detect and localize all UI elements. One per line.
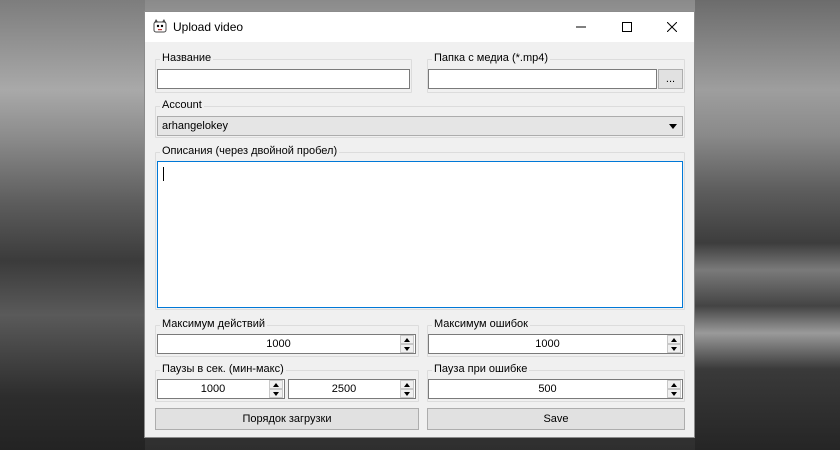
desktop-wallpaper-left: [0, 0, 145, 450]
media-folder-input[interactable]: [428, 69, 657, 89]
browse-button[interactable]: ...: [658, 69, 683, 89]
max-errors-decrement-button[interactable]: [667, 344, 681, 353]
maximize-button[interactable]: [604, 12, 650, 42]
error-pause-decrement-button[interactable]: [667, 389, 681, 398]
chevron-down-icon: [669, 124, 677, 129]
name-input[interactable]: [157, 69, 410, 89]
arrow-down-icon: [671, 347, 677, 351]
error-pause-value: 500: [538, 383, 557, 395]
max-actions-value: 1000: [266, 338, 291, 350]
pause-max-decrement-button[interactable]: [400, 389, 414, 398]
max-errors-spin-buttons: [667, 335, 682, 353]
maximize-icon: [622, 22, 632, 32]
media-folder-label: Папка с медиа (*.mp4): [432, 52, 551, 64]
window-title: Upload video: [173, 20, 244, 34]
description-label: Описания (через двойной пробел): [160, 145, 340, 157]
error-pause-increment-button[interactable]: [667, 380, 681, 389]
close-button[interactable]: [649, 12, 695, 42]
account-selected-value: arhangelokey: [162, 120, 229, 132]
pauses-label: Паузы в сек. (мин-макс): [160, 363, 286, 375]
arrow-up-icon: [671, 383, 677, 387]
max-errors-spinbox[interactable]: 1000: [428, 334, 683, 354]
minimize-button[interactable]: [558, 12, 604, 42]
title-bar[interactable]: Upload video: [145, 12, 694, 42]
pause-min-increment-button[interactable]: [269, 380, 283, 389]
max-actions-decrement-button[interactable]: [400, 344, 414, 353]
pause-min-value: 1000: [200, 383, 226, 395]
pause-max-value: 2500: [331, 383, 357, 395]
max-errors-label: Максимум ошибок: [432, 318, 530, 330]
arrow-down-icon: [404, 347, 410, 351]
upload-order-button[interactable]: Порядок загрузки: [155, 408, 419, 430]
max-actions-spin-buttons: [400, 335, 415, 353]
pause-max-spinbox[interactable]: 2500: [288, 379, 416, 399]
desktop-wallpaper-right: [695, 0, 840, 450]
error-pause-spinbox[interactable]: 500: [428, 379, 683, 399]
account-label: Account: [160, 99, 204, 111]
pause-max-increment-button[interactable]: [400, 380, 414, 389]
arrow-up-icon: [404, 338, 410, 342]
arrow-down-icon: [671, 392, 677, 396]
arrow-up-icon: [404, 383, 410, 387]
error-pause-label: Пауза при ошибке: [432, 363, 530, 375]
max-actions-label: Максимум действий: [160, 318, 268, 330]
minimize-icon: [576, 26, 586, 28]
save-button[interactable]: Save: [427, 408, 685, 430]
account-select[interactable]: arhangelokey: [157, 116, 683, 136]
pause-min-spin-buttons: [269, 380, 284, 398]
max-errors-increment-button[interactable]: [667, 335, 681, 344]
pause-min-decrement-button[interactable]: [269, 389, 283, 398]
description-textarea[interactable]: [157, 161, 683, 308]
error-pause-spin-buttons: [667, 380, 682, 398]
max-actions-increment-button[interactable]: [400, 335, 414, 344]
pause-max-spin-buttons: [400, 380, 415, 398]
app-cat-icon: [153, 19, 167, 33]
max-errors-value: 1000: [535, 338, 560, 350]
text-caret: [163, 167, 164, 181]
arrow-down-icon: [404, 392, 410, 396]
arrow-down-icon: [273, 392, 279, 396]
upload-video-window: Upload video Название Папка с медиа (*.m…: [144, 11, 695, 438]
close-icon: [667, 22, 677, 32]
arrow-up-icon: [273, 383, 279, 387]
pause-min-spinbox[interactable]: 1000: [157, 379, 285, 399]
name-label: Название: [160, 52, 214, 64]
arrow-up-icon: [671, 338, 677, 342]
max-actions-spinbox[interactable]: 1000: [157, 334, 416, 354]
